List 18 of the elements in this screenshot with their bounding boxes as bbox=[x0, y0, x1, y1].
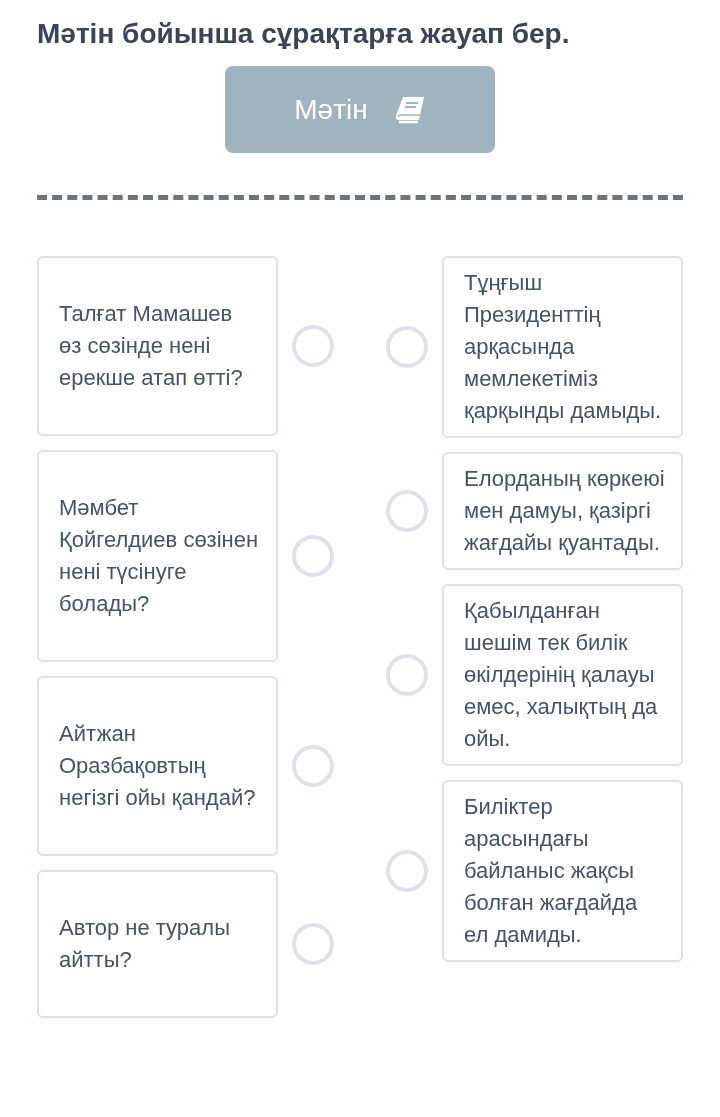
question-card[interactable]: Талғат Мамашев өз сөзінде нені ерекше атап өтті? bbox=[37, 256, 278, 436]
answer-card[interactable]: Елорданың көркеюі мен дамуы, қазіргі жағдайы қуантады. bbox=[442, 452, 683, 570]
radio-button[interactable] bbox=[292, 325, 334, 367]
answer-card[interactable]: Биліктер арасындағы байланыс жақсы болған жағдайда ел дамиды. bbox=[442, 780, 683, 962]
question-card[interactable]: Айтжан Оразбақовтың негізгі ойы қандай? bbox=[37, 676, 278, 856]
radio-button[interactable] bbox=[292, 923, 334, 965]
radio-button[interactable] bbox=[292, 535, 334, 577]
radio-button[interactable] bbox=[386, 490, 428, 532]
answer-card[interactable]: Қабылданған шешім тек билік өкілдерінің қалауы емес, халықтың да ойы. bbox=[442, 584, 683, 766]
question-card[interactable]: Мәмбет Қойгелдиев сөзінен нені түсінуге болады? bbox=[37, 450, 278, 662]
radio-button[interactable] bbox=[386, 850, 428, 892]
answer-card[interactable]: Тұңғыш Президенттің арқасында мемлекетіміз қарқынды дамыды. bbox=[442, 256, 683, 438]
book-icon bbox=[393, 95, 426, 124]
radio-button[interactable] bbox=[386, 654, 428, 696]
question-card[interactable]: Автор не туралы айтты? bbox=[37, 870, 278, 1018]
radio-button[interactable] bbox=[292, 745, 334, 787]
radio-button[interactable] bbox=[386, 326, 428, 368]
task-title: Мәтін бойынша сұрақтарға жауап бер. bbox=[37, 17, 571, 51]
